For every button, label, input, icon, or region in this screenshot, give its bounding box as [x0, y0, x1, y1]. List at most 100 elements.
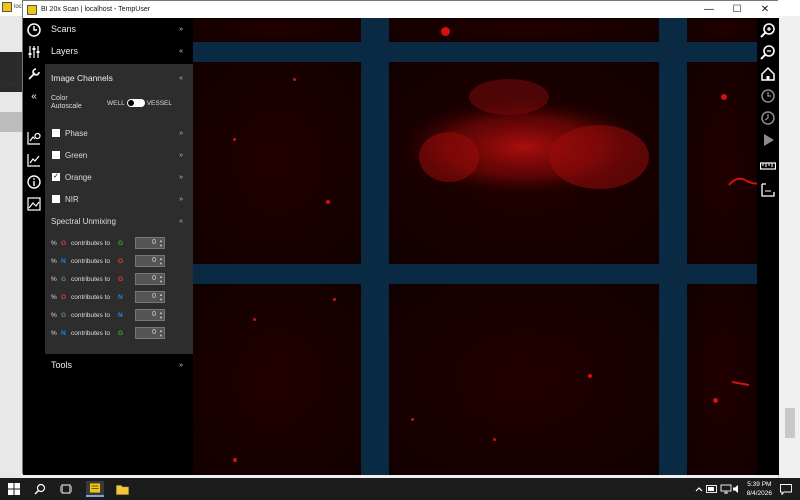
channel-row-nir[interactable]: NIR » — [45, 190, 193, 208]
toggle-knob — [127, 100, 134, 106]
zoom-out-icon[interactable] — [760, 44, 776, 60]
stepper-arrows-icon[interactable]: ▲ ▼ — [159, 274, 163, 284]
scrollbar-thumb[interactable] — [785, 408, 795, 438]
network-icon[interactable] — [720, 481, 732, 497]
percent-label: % — [51, 311, 57, 319]
well-gap — [193, 42, 757, 62]
play-icon[interactable] — [760, 132, 776, 148]
battery-icon[interactable] — [706, 481, 718, 497]
well-tile — [389, 18, 659, 42]
channel-row-phase[interactable]: Phase » — [45, 124, 193, 142]
spectral-unmixing-header[interactable]: Spectral Unmixing « — [45, 212, 193, 230]
tray-chevron-icon[interactable] — [694, 481, 704, 497]
to-channel: N — [118, 293, 123, 301]
well-gap — [361, 18, 389, 475]
unmixing-stepper[interactable]: 0 ▲ ▼ — [135, 327, 165, 339]
checkbox[interactable] — [52, 151, 60, 159]
chevron-down-icon: » — [179, 129, 183, 137]
tools-header[interactable]: Tools » — [45, 354, 193, 376]
background-tab[interactable]: Analy — [2, 82, 17, 88]
signal-dot — [588, 374, 592, 378]
well-gap — [659, 18, 687, 475]
side-panel: Scans » Layers « Image Channels « Color … — [45, 18, 193, 475]
close-button[interactable]: ✕ — [751, 1, 779, 18]
task-view-icon[interactable] — [58, 481, 74, 497]
unmixing-stepper[interactable]: 0 ▲ ▼ — [135, 273, 165, 285]
unmixing-stepper[interactable]: 0 ▲ ▼ — [135, 255, 165, 267]
chevron-up-icon: « — [179, 47, 183, 55]
checkbox[interactable] — [52, 195, 60, 203]
signal-dot — [233, 458, 237, 462]
stepper-arrows-icon[interactable]: ▲ ▼ — [159, 256, 163, 266]
windows-start-icon[interactable] — [6, 481, 22, 497]
background-selected-row — [0, 112, 22, 132]
well-vessel-toggle[interactable] — [126, 99, 145, 107]
clock-icon[interactable] — [26, 22, 42, 38]
collapse-icon[interactable]: « — [26, 88, 42, 104]
info-icon[interactable] — [26, 174, 42, 190]
unmixing-row: % N contributes to O 0 ▲ ▼ — [45, 253, 193, 269]
zoom-in-icon[interactable] — [760, 22, 776, 38]
image-channels-header[interactable]: Image Channels « — [45, 68, 193, 88]
stepper-arrows-icon[interactable]: ▲ ▼ — [159, 238, 163, 248]
percent-label: % — [51, 257, 57, 265]
chevron-down-icon: » — [179, 151, 183, 159]
wrench-icon[interactable] — [26, 66, 42, 82]
unmixing-stepper[interactable]: 0 ▲ ▼ — [135, 309, 165, 321]
background-scrollbar[interactable] — [778, 16, 800, 478]
stepper-value[interactable]: 0 — [152, 275, 156, 282]
home-icon[interactable] — [760, 66, 776, 82]
volume-icon[interactable] — [732, 481, 742, 497]
notification-icon[interactable] — [778, 481, 794, 497]
to-channel: G — [118, 329, 124, 337]
sliders-icon[interactable] — [26, 44, 42, 60]
stepper-arrows-icon[interactable]: ▲ ▼ — [159, 292, 163, 302]
stepper-value[interactable]: 0 — [152, 257, 156, 264]
app-window: BI 20x Scan | localhost - TempUser — ☐ ✕… — [22, 0, 779, 475]
title-bar[interactable]: BI 20x Scan | localhost - TempUser — ☐ ✕ — [23, 1, 779, 18]
history-back-icon[interactable] — [760, 110, 776, 126]
history-icon[interactable] — [760, 88, 776, 104]
ruler-icon[interactable] — [760, 158, 776, 174]
trend-chart-icon[interactable] — [26, 152, 42, 168]
checkbox-checked[interactable]: ✓ — [52, 173, 60, 181]
checkbox[interactable] — [52, 129, 60, 137]
maximize-button[interactable]: ☐ — [723, 1, 751, 18]
from-channel: N — [61, 329, 66, 337]
scale-icon[interactable] — [760, 182, 776, 198]
stepper-value[interactable]: 0 — [152, 293, 156, 300]
image-viewer[interactable] — [193, 18, 757, 475]
stepper-value[interactable]: 0 — [152, 311, 156, 318]
image-channels-section: Image Channels « Color Autoscale WELL VE… — [45, 64, 193, 354]
percent-label: % — [51, 329, 57, 337]
layers-header[interactable]: Layers « — [45, 40, 193, 62]
taskbar-clock[interactable]: 5:39 PM 8/4/2026 — [747, 480, 772, 498]
chevron-down-icon: » — [179, 173, 183, 181]
stepper-arrows-icon[interactable]: ▲ ▼ — [159, 328, 163, 338]
percent-label: % — [51, 293, 57, 301]
minimize-button[interactable]: — — [695, 1, 723, 18]
to-channel: N — [118, 311, 123, 319]
signal-dot — [411, 418, 414, 421]
channel-row-green[interactable]: Green » — [45, 146, 193, 164]
stepper-arrows-icon[interactable]: ▲ ▼ — [159, 310, 163, 320]
image-channels-label: Image Channels — [51, 73, 113, 83]
file-explorer-icon[interactable] — [114, 481, 130, 497]
app-taskbar-icon[interactable] — [86, 481, 104, 497]
layers-label: Layers — [51, 46, 79, 56]
unmixing-stepper[interactable]: 0 ▲ ▼ — [135, 291, 165, 303]
tools-label: Tools — [51, 360, 73, 370]
image-icon[interactable] — [26, 196, 42, 212]
unmixing-row: % G contributes to O 0 ▲ ▼ — [45, 271, 193, 287]
from-channel: N — [61, 257, 66, 265]
settings-chart-icon[interactable] — [26, 130, 42, 146]
contributes-label: contributes to — [71, 311, 111, 319]
unmixing-stepper[interactable]: 0 ▲ ▼ — [135, 237, 165, 249]
stepper-value[interactable]: 0 — [152, 239, 156, 246]
search-icon[interactable] — [32, 481, 48, 497]
scans-header[interactable]: Scans » — [45, 18, 193, 40]
stepper-value[interactable]: 0 — [152, 329, 156, 336]
chevron-down-icon: » — [179, 25, 183, 33]
channel-row-orange[interactable]: ✓ Orange » — [45, 168, 193, 186]
from-channel: G — [61, 311, 67, 319]
